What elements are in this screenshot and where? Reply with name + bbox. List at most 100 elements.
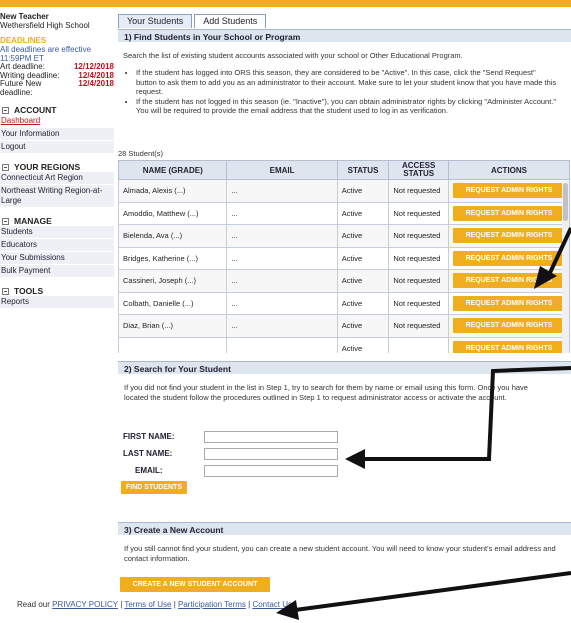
email-input[interactable] <box>204 464 338 477</box>
col-access-status[interactable]: ACCESS STATUS <box>388 160 449 180</box>
step3-panel: 3) Create a New Account If you still can… <box>118 522 571 564</box>
user-name: New Teacher <box>0 12 49 21</box>
tools-heading: TOOLS <box>14 286 44 296</box>
step2-text: If you did not find your student in the … <box>124 383 528 402</box>
cell-status: Active <box>336 291 390 315</box>
cell-email: ... <box>226 314 338 338</box>
table-row: Bridges, Katherine (...) ... Active Not … <box>118 246 570 270</box>
step1-intro: Search the list of existing student acco… <box>123 51 463 60</box>
tab-bar: Your Students Add Students <box>118 14 268 28</box>
regions-section-toggle[interactable]: YOUR REGIONS <box>0 162 114 172</box>
collapse-icon <box>2 217 9 225</box>
terms-of-use-link[interactable]: Terms of Use <box>124 600 171 609</box>
cell-actions: REQUEST ADMIN RIGHTS <box>448 314 570 338</box>
col-name-grade[interactable]: NAME (GRADE) <box>118 160 228 180</box>
cell-actions: REQUEST ADMIN RIGHTS <box>448 269 570 293</box>
col-email[interactable]: EMAIL <box>226 160 338 180</box>
sidebar: New Teacher Wethersfield High School DEA… <box>0 12 114 309</box>
step1-bullets: If the student has logged into ORS this … <box>118 68 558 116</box>
cell-actions: REQUEST ADMIN RIGHTS <box>448 246 570 270</box>
cell-access: Not requested <box>388 224 449 248</box>
request-admin-rights-button[interactable]: REQUEST ADMIN RIGHTS <box>453 205 565 221</box>
tools-section-toggle[interactable]: TOOLS <box>0 286 114 296</box>
request-admin-rights-button[interactable]: REQUEST ADMIN RIGHTS <box>453 295 565 311</box>
manage-heading: MANAGE <box>14 216 52 226</box>
students-table-container: NAME (GRADE) EMAIL STATUS ACCESS STATUS … <box>118 160 570 353</box>
cell-access: Not requested <box>388 291 449 315</box>
table-header-row: NAME (GRADE) EMAIL STATUS ACCESS STATUS … <box>118 160 570 180</box>
cell-status: Active <box>336 246 390 270</box>
step3-title: 3) Create a New Account <box>118 522 571 535</box>
nav-reports[interactable]: Reports <box>0 296 114 309</box>
first-name-input[interactable] <box>204 430 338 443</box>
cell-actions: REQUEST ADMIN RIGHTS <box>448 201 570 225</box>
top-accent-bar <box>0 0 571 7</box>
table-row: Amoddio, Matthew (...) ... Active Not re… <box>118 201 570 225</box>
deadline-date: 12/4/2018 <box>78 79 114 88</box>
cell-name: Cassineri, Joseph (...) <box>118 269 228 293</box>
nav-bulk-payment[interactable]: Bulk Payment <box>0 265 114 278</box>
cell-email: ... <box>226 224 338 248</box>
footer: Read our PRIVACY POLICY | Terms of Use |… <box>17 600 293 609</box>
cell-actions: REQUEST ADMIN RIGHTS <box>448 179 570 203</box>
cell-email: ... <box>226 269 338 293</box>
request-admin-rights-button[interactable]: REQUEST ADMIN RIGHTS <box>453 250 565 266</box>
last-name-input[interactable] <box>204 447 338 460</box>
footer-prefix: Read our <box>17 600 50 609</box>
col-status[interactable]: STATUS <box>336 160 390 180</box>
request-admin-rights-button[interactable]: REQUEST ADMIN RIGHTS <box>453 228 565 244</box>
step2-title: 2) Search for Your Student <box>118 361 571 374</box>
arrow-to-create-button <box>276 571 571 620</box>
cell-status: Active <box>336 201 390 225</box>
step1-bullet: If the student has logged into ORS this … <box>136 68 558 97</box>
manage-section-toggle[interactable]: MANAGE <box>0 216 114 226</box>
cell-access: Not requested <box>388 314 449 338</box>
cell-status: Active <box>336 336 390 353</box>
request-admin-rights-button[interactable]: REQUEST ADMIN RIGHTS <box>453 318 565 334</box>
collapse-icon <box>2 106 9 114</box>
col-actions: ACTIONS <box>448 160 570 180</box>
step1-panel: 1) Find Students in Your School or Progr… <box>118 29 571 116</box>
scrollbar-thumb[interactable] <box>563 183 568 221</box>
nav-students[interactable]: Students <box>0 226 114 239</box>
table-row: Diaz, Brian (...) ... Active Not request… <box>118 314 570 338</box>
regions-heading: YOUR REGIONS <box>14 162 81 172</box>
deadline-label: deadline: <box>0 87 33 97</box>
nav-educators[interactable]: Educators <box>0 239 114 252</box>
cell-email: ... <box>226 291 338 315</box>
nav-your-information[interactable]: Your Information <box>0 128 114 141</box>
request-admin-rights-button[interactable]: REQUEST ADMIN RIGHTS <box>453 183 565 199</box>
cell-email: ... <box>226 179 338 203</box>
table-scrollbar[interactable] <box>562 181 569 353</box>
nav-logout[interactable]: Logout <box>0 141 114 154</box>
email-row: EMAIL: <box>123 464 338 477</box>
first-name-label: FIRST NAME: <box>123 432 175 441</box>
nav-connecticut-art-region[interactable]: Connecticut Art Region <box>0 172 114 185</box>
nav-northeast-writing-region[interactable]: Northeast Writing Region-at-Large <box>0 185 114 208</box>
account-section-toggle[interactable]: ACCOUNT <box>0 105 114 115</box>
cell-status: Active <box>336 269 390 293</box>
nav-dashboard[interactable]: Dashboard <box>0 115 114 128</box>
deadlines-note: All deadlines are effective 11:59PM ET <box>0 45 92 63</box>
privacy-policy-link[interactable]: PRIVACY POLICY <box>52 600 118 609</box>
request-admin-rights-button[interactable]: REQUEST ADMIN RIGHTS <box>453 273 565 289</box>
cell-actions: REQUEST ADMIN RIGHTS <box>448 224 570 248</box>
cell-access: Not requested <box>388 269 449 293</box>
cell-access: Not requested <box>388 179 449 203</box>
collapse-icon <box>2 163 9 171</box>
collapse-icon <box>2 287 9 295</box>
tab-add-students[interactable]: Add Students <box>194 14 267 28</box>
find-students-button[interactable]: FIND STUDENTS <box>121 481 187 494</box>
tab-your-students[interactable]: Your Students <box>118 14 193 28</box>
create-new-student-account-button[interactable]: CREATE A NEW STUDENT ACCOUNT <box>120 577 270 592</box>
cell-email: ... <box>226 201 338 225</box>
step1-title: 1) Find Students in Your School or Progr… <box>118 29 571 42</box>
table-row: Almada, Alexis (...) ... Active Not requ… <box>118 179 570 203</box>
nav-your-submissions[interactable]: Your Submissions <box>0 252 114 265</box>
participation-terms-link[interactable]: Participation Terms <box>178 600 246 609</box>
cell-name: Diaz, Brian (...) <box>118 314 228 338</box>
step3-text: If you still cannot find your student, y… <box>124 544 556 563</box>
request-admin-rights-button[interactable]: REQUEST ADMIN RIGHTS <box>453 340 565 353</box>
table-row: Bielenda, Ava (...) ... Active Not reque… <box>118 224 570 248</box>
contact-us-link[interactable]: Contact Us <box>252 600 292 609</box>
